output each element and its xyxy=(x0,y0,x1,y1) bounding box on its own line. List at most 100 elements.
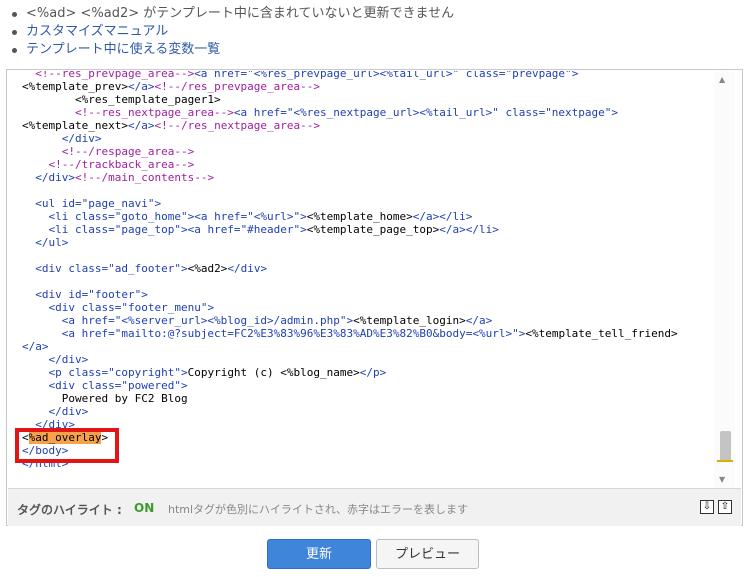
code-token: <!--/respage_area--> xyxy=(22,145,195,158)
code-line: <div class="powered"> xyxy=(22,379,188,392)
scroll-down-arrow-icon[interactable]: ▼ xyxy=(719,475,725,485)
code-token: "<%res_nextpage_url><%tail_url>" xyxy=(286,106,499,119)
code-token: ><a href= xyxy=(180,223,241,236)
code-token: </p> xyxy=(359,366,387,379)
notes-list: <%ad> <%ad2> がテンプレート中に含まれていないと更新できません カス… xyxy=(10,5,730,59)
code-token: > xyxy=(571,71,579,80)
code-token: <a href= xyxy=(233,106,287,119)
bullet-icon xyxy=(12,48,17,53)
code-token: </a> xyxy=(22,340,49,353)
bullet-icon xyxy=(12,30,17,35)
code-token: </a></li> xyxy=(412,210,473,223)
code-token: <%template_next> xyxy=(22,119,128,132)
code-token: > xyxy=(141,288,148,301)
code-token: <%template_tell_friend> xyxy=(525,327,678,340)
code-token: "page_navi" xyxy=(81,197,155,210)
code-token: <%template_page_top> xyxy=(306,223,440,236)
code-line: <!--/trackback_area--> xyxy=(22,158,194,171)
code-token: "goto_home" xyxy=(114,210,188,223)
code-line: Powered by FC2 Blog xyxy=(22,392,188,405)
preview-button[interactable]: プレビュー xyxy=(376,539,479,569)
code-line: <li class="page_top"><a href="#header"><… xyxy=(22,223,499,236)
code-line: <%template_next></a><!--/res_nextpage_ar… xyxy=(22,119,320,132)
code-token: <!--/trackback_area--> xyxy=(22,158,195,171)
note-link-manual: カスタマイズマニュアル xyxy=(10,23,730,41)
code-line: <p class="copyright">Copyright (c) <%blo… xyxy=(22,366,386,379)
code-token: <a href= xyxy=(22,327,115,340)
code-line: <ul id="page_navi"> xyxy=(22,197,161,210)
code-token: </a> xyxy=(127,119,155,132)
editor-scrollbar[interactable]: ▲ ▼ xyxy=(714,71,735,488)
highlight-bar: タグのハイライト : ON htmlタグが色別にハイライトされ、赤字はエラーを表… xyxy=(8,488,741,526)
code-token: > xyxy=(611,106,619,119)
code-line: </ul> xyxy=(22,236,68,249)
code-token: <p class= xyxy=(22,366,109,379)
code-token: </a> xyxy=(127,80,155,93)
scrollbar-thumb[interactable] xyxy=(720,431,731,461)
code-token: <a href= xyxy=(194,71,248,80)
code-token: Powered by FC2 Blog xyxy=(22,392,188,405)
code-token: <div class= xyxy=(22,262,109,275)
code-token: <a href= xyxy=(22,314,115,327)
code-token: class= xyxy=(498,106,546,119)
highlight-description: htmlタグが色別にハイライトされ、赤字はエラーを表します xyxy=(168,503,468,516)
template-variables-link[interactable]: テンプレート中に使える変数一覧 xyxy=(26,42,220,57)
code-token: "#header" xyxy=(240,223,301,236)
code-token: <!--/res_nextpage_area--> xyxy=(154,119,321,132)
customize-manual-link[interactable]: カスタマイズマニュアル xyxy=(26,24,168,39)
code-line: <div class="footer_menu"> xyxy=(22,301,214,314)
code-line: <a href="mailto:@?subject=FC2%E3%83%96%E… xyxy=(22,327,678,340)
code-line: <!--/respage_area--> xyxy=(22,145,194,158)
code-token: <!--res_nextpage_area--> xyxy=(22,106,234,119)
code-token: "<%res_prevpage_url><%tail_url>" xyxy=(247,71,460,80)
code-line: <li class="goto_home"><a href="<%url>"><… xyxy=(22,210,472,223)
code-line: <div id="footer"> xyxy=(22,288,148,301)
code-token: <!--/res_prevpage_area--> xyxy=(154,80,321,93)
code-token: "mailto:@?subject=FC2%E3%83%96%E3%83%AD%… xyxy=(114,327,519,340)
code-token: <div id= xyxy=(22,288,89,301)
code-token: </div> xyxy=(227,262,268,275)
highlight-toggle[interactable]: ON xyxy=(134,501,154,515)
arrow-up-icon[interactable]: ⇧ xyxy=(718,500,732,514)
code-line: <!--res_nextpage_area--><a href="<%res_n… xyxy=(22,106,618,119)
highlight-label: タグのハイライト : xyxy=(17,503,122,517)
code-token: <ul id= xyxy=(22,197,82,210)
code-token: <div class= xyxy=(22,301,122,314)
code-token: "<%url>" xyxy=(247,210,301,223)
code-token: <%res_template_pager1> xyxy=(22,93,221,106)
code-token: </div> xyxy=(22,132,102,145)
code-token: <%template_login> xyxy=(353,314,466,327)
scroll-up-arrow-icon[interactable]: ▲ xyxy=(719,75,725,85)
code-token: "footer_menu" xyxy=(121,301,208,314)
note-link-vars: テンプレート中に使える変数一覧 xyxy=(10,41,730,59)
arrow-down-icon[interactable]: ⇩ xyxy=(700,500,714,514)
code-token: </a> xyxy=(465,314,493,327)
code-token: </div> xyxy=(22,353,89,366)
save-button[interactable]: 更新 xyxy=(267,539,371,569)
code-token: > xyxy=(207,301,215,314)
code-line: </div> xyxy=(22,132,102,145)
code-line: <%res_template_pager1> xyxy=(22,93,221,106)
code-line: </a> xyxy=(22,340,49,353)
code-token: <div class= xyxy=(22,379,122,392)
code-token: <!--res_prevpage_area--> xyxy=(22,71,195,80)
note-warning: <%ad> <%ad2> がテンプレート中に含まれていないと更新できません xyxy=(10,5,730,23)
code-token: </a></li> xyxy=(439,223,499,236)
code-token: "nextpage" xyxy=(545,106,612,119)
code-token: "prevpage" xyxy=(505,71,572,80)
code-token: > xyxy=(180,366,188,379)
code-token: </div> xyxy=(22,405,89,418)
code-token: > xyxy=(180,379,188,392)
bullet-icon xyxy=(12,12,17,17)
code-token: <li class= xyxy=(22,223,115,236)
code-line: <a href="<%server_url><%blog_id>/admin.p… xyxy=(22,314,493,327)
code-token: <%ad2> xyxy=(187,262,228,275)
code-token: > xyxy=(300,223,307,236)
code-token: Copyright (c) <%blog_name> xyxy=(187,366,360,379)
code-token: class= xyxy=(459,71,506,80)
code-token: <li class= xyxy=(22,210,115,223)
code-textarea[interactable]: <!--res_prevpage_area--><a href="<%res_p… xyxy=(8,71,714,488)
code-token: "footer" xyxy=(88,288,142,301)
code-line: <!--res_prevpage_area--><a href="<%res_p… xyxy=(22,71,578,80)
code-token: > xyxy=(154,197,162,210)
